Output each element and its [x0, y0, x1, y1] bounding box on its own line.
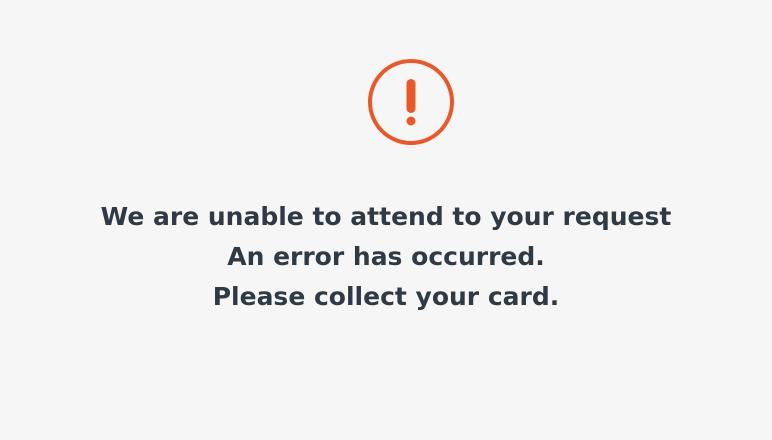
exclamation-circle-icon [366, 57, 456, 147]
error-message-line-3: Please collect your card. [212, 282, 560, 311]
error-message-line-2: An error has occurred. [227, 242, 545, 271]
error-message: We are unable to attend to your request … [0, 197, 772, 317]
error-message-line-1: We are unable to attend to your request [100, 202, 672, 231]
error-screen: We are unable to attend to your request … [0, 0, 772, 440]
